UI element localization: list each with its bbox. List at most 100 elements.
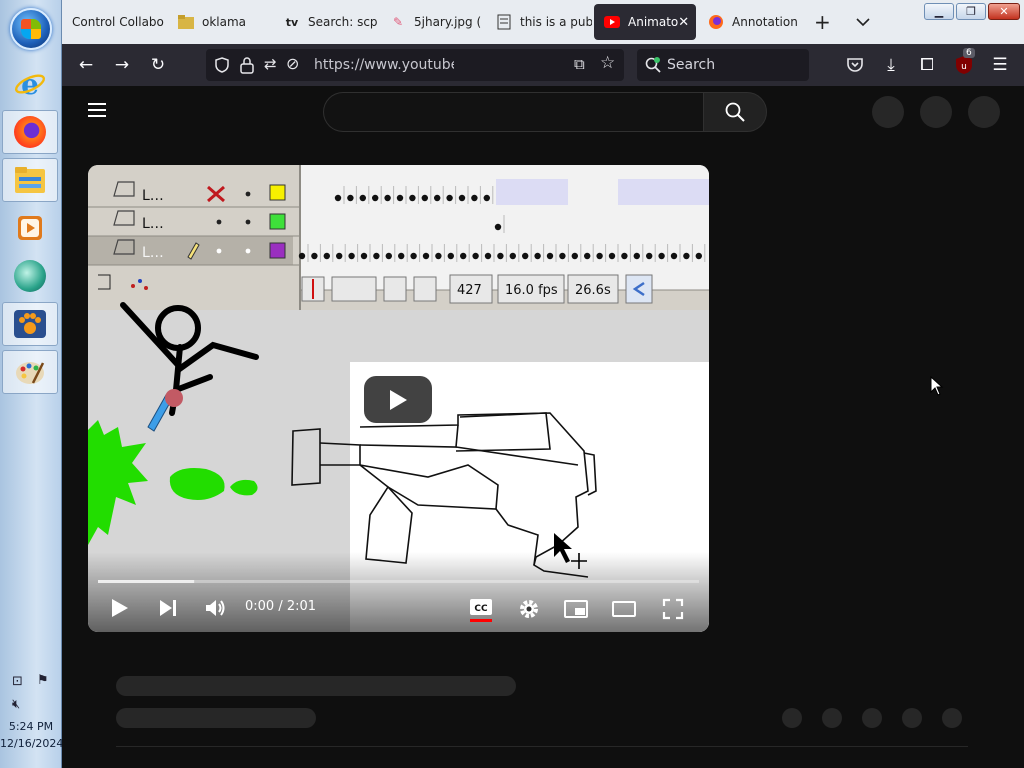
tab-5jhary-jpg[interactable]: ✎ 5jhary.jpg (	[380, 4, 486, 40]
play-icon	[390, 389, 407, 410]
tab-label: Control Collabo	[72, 15, 164, 29]
clock-time[interactable]: 5:24 PM	[0, 720, 62, 733]
taskbar-internet-explorer[interactable]: e	[2, 62, 58, 106]
new-tab-button[interactable]: +	[808, 4, 838, 40]
closed-captions-icon: CC	[470, 599, 492, 622]
action-skeleton-1	[782, 708, 802, 728]
search-icon	[725, 102, 745, 122]
timeline-keyframe	[311, 252, 318, 260]
timeline-keyframe	[446, 194, 453, 202]
timeline-keyframe	[334, 194, 342, 202]
timeline-keyframe	[409, 194, 416, 202]
fps-readout: 16.0 fps	[505, 283, 558, 298]
tab-oklama[interactable]: oklama	[168, 4, 272, 40]
theater-mode-icon	[612, 601, 636, 617]
youtube-icon	[604, 14, 620, 30]
svg-text:u: u	[961, 62, 967, 72]
tab-this-is-a-pub[interactable]: this is a pub	[486, 4, 592, 40]
tab-animator-selected[interactable]: Animato ✕	[594, 4, 696, 40]
restore-icon: ❐	[966, 5, 976, 18]
timeline-keyframe	[348, 252, 355, 260]
windows-logo-icon	[21, 19, 41, 39]
tab-search-scp[interactable]: tv Search: scp	[274, 4, 380, 40]
search-icon	[645, 57, 661, 73]
subtitles-button[interactable]: CC	[469, 597, 493, 627]
large-play-button[interactable]	[364, 376, 432, 423]
youtube-search-input[interactable]	[323, 92, 703, 132]
timeline-keyframe	[323, 252, 330, 260]
bookmark-star-icon[interactable]: ☆	[600, 53, 615, 73]
layer-label-2: L…	[142, 216, 164, 232]
pocket-button[interactable]	[842, 52, 868, 78]
minimize-icon: ▁	[934, 5, 944, 18]
youtube-search-button[interactable]	[703, 92, 767, 132]
permissions-icon[interactable]: ⇄	[264, 55, 277, 73]
browser-tab-bar: Control Collabo oklama tv Search: scp ✎ …	[62, 0, 1024, 44]
avatar-placeholder[interactable]	[968, 96, 1000, 128]
theater-mode-button[interactable]	[612, 600, 636, 622]
next-button[interactable]	[158, 598, 178, 622]
timeline-keyframe	[571, 252, 578, 260]
tab-annotation[interactable]: Annotation	[698, 4, 798, 40]
shield-icon[interactable]	[214, 57, 230, 73]
tab-control-collabo[interactable]: Control Collabo	[62, 4, 166, 40]
taskbar-messenger[interactable]	[2, 254, 58, 298]
action-skeleton-2	[822, 708, 842, 728]
timeline-keyframe	[608, 252, 616, 260]
volume-muted-icon[interactable]: 🔇︎	[12, 697, 20, 712]
reload-button[interactable]: ↻	[145, 52, 171, 78]
clock-date[interactable]: 12/16/2024	[0, 737, 63, 750]
paw-app-icon	[14, 310, 46, 338]
timeline-keyframe	[695, 252, 702, 260]
downloads-button[interactable]: ⤓	[878, 52, 904, 78]
back-button[interactable]: ←	[73, 52, 99, 78]
video-player[interactable]: L… L… L… 427 16.0 fps 26.6s 0:00 / 2:01 …	[88, 165, 709, 632]
close-tab-icon[interactable]: ✕	[678, 15, 689, 30]
notifications-placeholder[interactable]	[920, 96, 952, 128]
lock-icon[interactable]	[240, 56, 254, 74]
taskbar-paint-app[interactable]	[2, 350, 58, 394]
start-button[interactable]	[10, 8, 52, 50]
layer-label-1: L…	[142, 188, 164, 204]
action-center-flag-icon[interactable]: ⚑	[37, 673, 49, 688]
taskbar-file-explorer[interactable]	[2, 158, 58, 202]
settings-button[interactable]	[518, 598, 540, 624]
extension-badge: 6	[963, 48, 975, 58]
youtube-guide-button[interactable]	[88, 102, 108, 118]
url-bar[interactable]: ⇄ ⊘ https://www.youtube.com/watch?v=np1C…	[206, 49, 624, 81]
extensions-button[interactable]: ⧠	[914, 52, 940, 78]
download-icon: ⤓	[887, 55, 895, 75]
close-window-button[interactable]: ✕	[988, 3, 1020, 20]
tracking-blocked-icon[interactable]: ⊘	[286, 54, 299, 73]
ublock-button[interactable]: u 6	[951, 48, 977, 78]
browser-nav-bar: ← → ↻ ⇄ ⊘ https://www.youtube.com/watch?…	[62, 44, 1024, 86]
miniplayer-button[interactable]	[564, 599, 588, 623]
create-button-placeholder[interactable]	[872, 96, 904, 128]
restore-window-button[interactable]: ❐	[956, 3, 986, 20]
mute-button[interactable]	[204, 597, 226, 623]
minimize-window-button[interactable]: ▁	[924, 3, 954, 20]
fullscreen-button[interactable]	[662, 598, 684, 624]
play-button[interactable]	[110, 597, 130, 623]
close-icon: ✕	[999, 5, 1009, 18]
app-menu-button[interactable]: ☰	[987, 52, 1013, 78]
time-display: 0:00 / 2:01	[245, 599, 317, 614]
folder-icon	[178, 14, 194, 30]
timeline-keyframe	[410, 252, 417, 260]
list-all-tabs-button[interactable]	[850, 4, 880, 40]
forward-button[interactable]: →	[109, 52, 135, 78]
timeline-keyframe	[385, 252, 392, 260]
taskbar-media-player[interactable]	[2, 206, 58, 250]
network-tray-icon[interactable]: ⊡	[12, 674, 23, 689]
search-field[interactable]: Search	[637, 49, 809, 81]
picture-in-picture-icon[interactable]: ⧉	[574, 55, 585, 73]
timeline-keyframe	[347, 194, 354, 202]
taskbar-firefox[interactable]	[2, 110, 58, 154]
action-skeleton-3	[862, 708, 882, 728]
timeline-keyframe	[360, 252, 368, 260]
timeline-keyframe	[359, 194, 366, 202]
timeline-keyframe	[670, 252, 678, 260]
timeline-keyframe	[522, 252, 529, 260]
url-text[interactable]: https://www.youtube.com/watch?v=np1C	[314, 57, 454, 73]
taskbar-paw-app[interactable]	[2, 302, 58, 346]
